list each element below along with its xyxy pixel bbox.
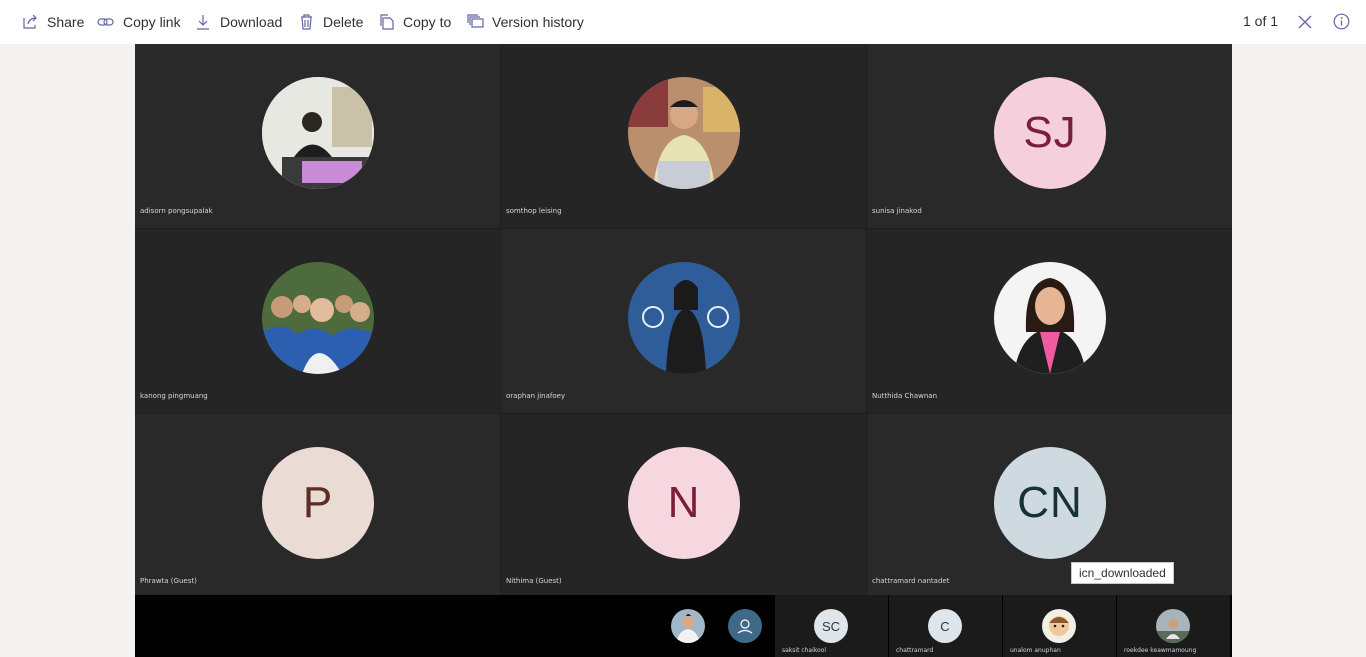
participant-name: kanong pingmuang: [140, 392, 208, 400]
strip-participant-name: unalom anuphan: [1010, 647, 1061, 654]
participant-strip: SC saksit chaikool C chattramard unalom …: [135, 595, 1232, 657]
strip-participant-tile: unalom anuphan: [1003, 595, 1116, 657]
participant-photo: [628, 262, 740, 374]
link-icon: [97, 18, 114, 26]
participant-name: Nithima (Guest): [506, 577, 562, 585]
share-button[interactable]: Share: [22, 0, 84, 44]
participant-name: chattramard nantadet: [872, 577, 950, 585]
info-icon[interactable]: [1333, 13, 1350, 30]
participant-photo: [628, 77, 740, 189]
strip-participant-name: chattramard: [896, 647, 934, 654]
strip-participant-tile: roekdee keawmamoung: [1117, 595, 1230, 657]
participant-name: sunisa jinakod: [872, 207, 922, 215]
participant-tile: N Nithima (Guest): [501, 414, 866, 598]
copy-icon: [380, 14, 394, 30]
participant-name: adisorn pongsupalak: [140, 207, 213, 215]
person-icon: [728, 609, 762, 643]
participant-name: oraphan jinafoey: [506, 392, 566, 400]
participant-initials-avatar: SJ: [994, 77, 1106, 189]
tooltip: icn_downloaded: [1071, 562, 1174, 584]
participant-name: somthop leising: [506, 207, 562, 215]
self-video-thumbnail: [671, 609, 705, 643]
share-icon: [23, 14, 37, 29]
version-history-icon: [467, 14, 484, 28]
participant-tile: SJ sunisa jinakod: [867, 44, 1232, 228]
participant-tile: adisorn pongsupalak: [135, 44, 500, 228]
download-icon: [197, 15, 209, 30]
participant-initials-avatar: N: [628, 447, 740, 559]
participant-tile: somthop leising: [501, 44, 866, 228]
copy-link-label: Copy link: [123, 14, 181, 30]
delete-button[interactable]: Delete: [299, 0, 363, 44]
participant-tile: P Phrawta (Guest): [135, 414, 500, 598]
strip-participant-tile: C chattramard: [889, 595, 1002, 657]
strip-initials-avatar: C: [928, 609, 962, 643]
participant-name: Nutthida Chawnan: [872, 392, 938, 400]
participant-initials-avatar: CN: [994, 447, 1106, 559]
version-history-button[interactable]: Version history: [467, 0, 584, 44]
copy-to-label: Copy to: [403, 14, 452, 30]
participant-tile: Nutthida Chawnan: [867, 229, 1232, 413]
delete-label: Delete: [323, 14, 364, 30]
participant-tile: oraphan jinafoey: [501, 229, 866, 413]
participant-photo: [994, 262, 1106, 374]
strip-participant-name: roekdee keawmamoung: [1124, 647, 1197, 654]
participant-name: Phrawta (Guest): [140, 577, 197, 585]
page-indicator: 1 of 1: [1243, 13, 1279, 29]
strip-participant-tile: SC saksit chaikool: [775, 595, 888, 657]
strip-participant-photo: [1042, 609, 1076, 643]
strip-initials-avatar: SC: [814, 609, 848, 643]
image-viewer: adisorn pongsupalak somthop leising SJ s…: [135, 44, 1232, 657]
share-label: Share: [47, 14, 85, 30]
download-label: Download: [220, 14, 283, 30]
strip-participant-photo: [1156, 609, 1190, 643]
trash-icon: [301, 14, 312, 30]
close-icon[interactable]: [1298, 15, 1312, 29]
participant-initials-avatar: P: [262, 447, 374, 559]
participant-photo: [262, 77, 374, 189]
participant-tile: kanong pingmuang: [135, 229, 500, 413]
participant-photo: [262, 262, 374, 374]
download-button[interactable]: Download: [196, 0, 282, 44]
version-history-label: Version history: [492, 14, 584, 30]
copy-to-button[interactable]: Copy to: [379, 0, 451, 44]
participant-tile: CN chattramard nantadet: [867, 414, 1232, 598]
copy-link-button[interactable]: Copy link: [97, 0, 181, 44]
file-viewer-toolbar: Share Copy link Download Delete Copy to: [0, 0, 1366, 44]
strip-participant-name: saksit chaikool: [782, 647, 827, 654]
